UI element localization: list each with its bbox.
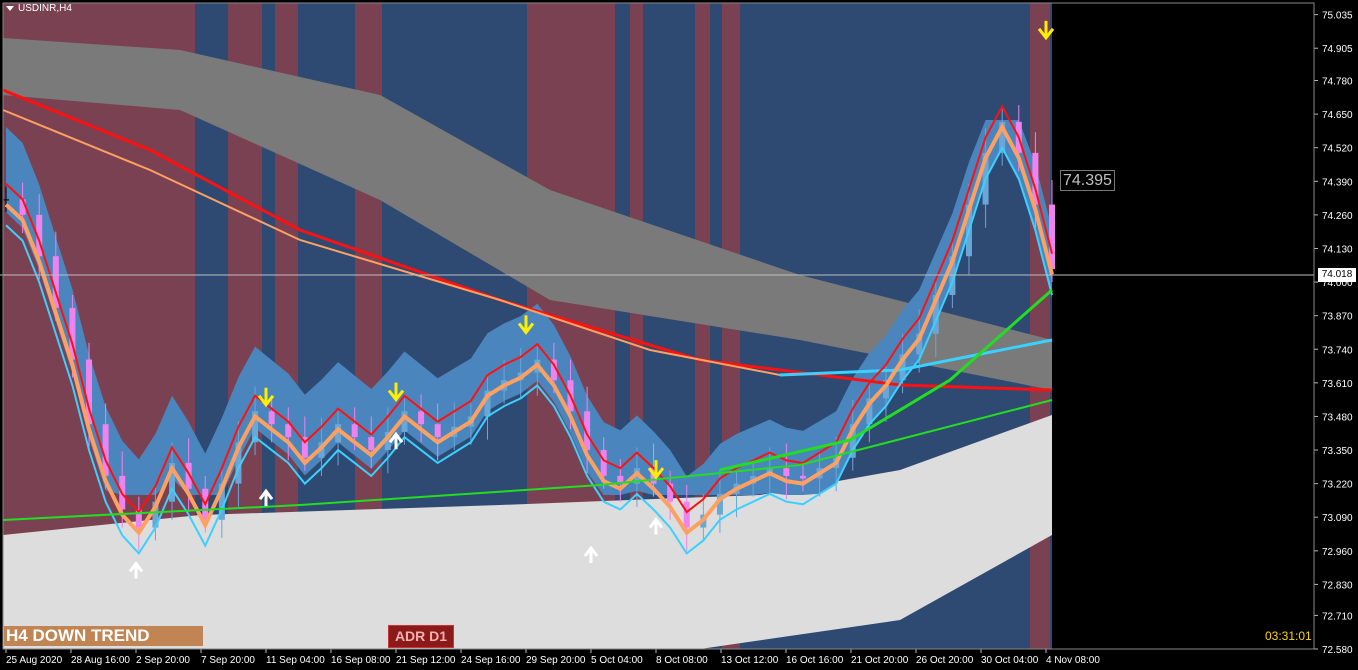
x-tick-label: 8 Oct 08:00 bbox=[656, 655, 708, 666]
x-tick-label: 28 Aug 16:00 bbox=[71, 655, 130, 666]
candle-body bbox=[799, 475, 806, 479]
candle-body bbox=[783, 468, 790, 476]
x-tick-label: 4 Nov 08:00 bbox=[1046, 655, 1100, 666]
symbol-label[interactable]: USDINR,H4 bbox=[6, 3, 72, 14]
y-tick-label: 75.035 bbox=[1322, 11, 1353, 22]
symbol-text: USDINR,H4 bbox=[18, 3, 72, 14]
y-tick-label: 73.870 bbox=[1322, 312, 1353, 323]
y-tick-label: 72.710 bbox=[1322, 611, 1353, 622]
x-tick-label: 16 Sep 08:00 bbox=[331, 655, 391, 666]
x-tick-label: 11 Sep 04:00 bbox=[266, 655, 325, 666]
x-tick-label: 5 Oct 04:00 bbox=[591, 655, 643, 666]
y-tick-label: 74.520 bbox=[1322, 144, 1353, 155]
y-tick-label: 74.905 bbox=[1322, 44, 1353, 55]
y-tick-label: 73.740 bbox=[1322, 345, 1353, 356]
candle-body bbox=[683, 501, 690, 528]
adr-badge[interactable]: ADR D1 bbox=[388, 625, 454, 648]
candle-body bbox=[268, 411, 275, 425]
current-price-box: 74.018 bbox=[1318, 268, 1356, 282]
y-tick-label: 73.220 bbox=[1322, 480, 1353, 491]
x-tick-label: 21 Oct 20:00 bbox=[851, 655, 909, 666]
x-tick-label: 13 Oct 12:00 bbox=[721, 655, 779, 666]
dropdown-triangle-icon bbox=[6, 5, 14, 11]
x-tick-label: 26 Oct 20:00 bbox=[916, 655, 974, 666]
y-tick-label: 73.480 bbox=[1322, 412, 1353, 423]
candle-body bbox=[434, 424, 441, 438]
x-tick-label: 30 Oct 04:00 bbox=[981, 655, 1039, 666]
y-tick-label: 72.580 bbox=[1322, 645, 1353, 656]
y-tick-label: 73.350 bbox=[1322, 446, 1353, 457]
candle-countdown: 03:31:01 bbox=[1265, 629, 1312, 643]
x-tick-label: 25 Aug 2020 bbox=[6, 655, 63, 666]
session-stripe bbox=[1030, 3, 1050, 649]
y-tick-label: 74.130 bbox=[1322, 244, 1353, 255]
candle-body bbox=[351, 424, 358, 438]
y-tick-label: 74.260 bbox=[1322, 211, 1353, 222]
y-tick-label: 72.830 bbox=[1322, 580, 1353, 591]
candle-body bbox=[418, 411, 425, 425]
x-tick-label: 29 Sep 20:00 bbox=[526, 655, 586, 666]
candle-body bbox=[285, 424, 292, 438]
candle-body bbox=[368, 437, 375, 451]
chart-canvas: 75.035 74.905 74.780 74.650 74.520 74.390 74.2… bbox=[0, 0, 1358, 670]
candle-body bbox=[3, 199, 9, 201]
x-tick-label: 16 Oct 16:00 bbox=[786, 655, 844, 666]
y-tick-label: 74.780 bbox=[1322, 77, 1353, 88]
x-tick-label: 21 Sep 12:00 bbox=[396, 655, 456, 666]
trend-badge: H4 DOWN TREND bbox=[4, 626, 203, 646]
candle-body bbox=[600, 450, 607, 476]
y-tick-label: 73.090 bbox=[1322, 513, 1353, 524]
x-tick-label: 24 Sep 16:00 bbox=[461, 655, 521, 666]
y-tick-label: 74.390 bbox=[1322, 177, 1353, 188]
y-tick-label: 73.610 bbox=[1322, 379, 1353, 390]
x-tick-label: 7 Sep 20:00 bbox=[201, 655, 255, 666]
x-tick-label: 2 Sep 20:00 bbox=[136, 655, 190, 666]
last-price-label: 74.395 bbox=[1060, 170, 1115, 191]
y-tick-label: 72.960 bbox=[1322, 547, 1353, 558]
y-tick-label: 74.650 bbox=[1322, 110, 1353, 121]
